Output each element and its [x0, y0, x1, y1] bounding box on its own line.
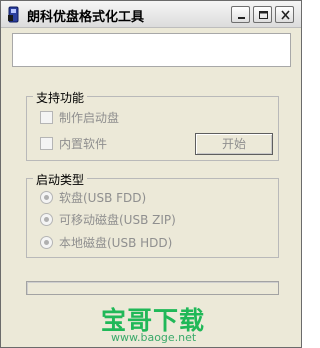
status-display [12, 33, 291, 67]
watermark-url: www.baoge.net [111, 331, 197, 344]
boot-type-group-title: 启动类型 [33, 171, 88, 188]
builtin-software-checkbox[interactable] [40, 137, 53, 150]
minimize-icon [238, 17, 245, 19]
usb-fdd-radio[interactable] [40, 191, 53, 204]
usb-zip-radio[interactable] [40, 213, 53, 226]
usb-hdd-radio[interactable] [40, 236, 53, 249]
maximize-button[interactable] [253, 6, 272, 23]
usb-hdd-label: 本地磁盘(USB HDD) [59, 236, 173, 250]
close-button[interactable] [275, 6, 294, 23]
maximize-icon [259, 11, 268, 19]
make-bootable-checkbox[interactable] [40, 111, 53, 124]
title-bar[interactable]: 朗科优盘格式化工具 [1, 1, 301, 28]
minimize-button[interactable] [231, 6, 250, 23]
usb-zip-label: 可移动磁盘(USB ZIP) [59, 213, 176, 227]
close-icon [281, 10, 290, 20]
progress-bar [26, 281, 279, 295]
usb-drive-icon [6, 6, 22, 23]
usb-fdd-label: 软盘(USB FDD) [59, 191, 147, 205]
make-bootable-label: 制作启动盘 [59, 111, 120, 125]
builtin-software-label: 内置软件 [59, 137, 108, 151]
window-title: 朗科优盘格式化工具 [27, 10, 145, 25]
functions-group-title: 支持功能 [33, 89, 88, 106]
start-button[interactable]: 开始 [195, 133, 273, 155]
app-window: 朗科优盘格式化工具 支持功能 制作启动盘 内置软件 开始 启动类型 软盘(USB… [0, 0, 302, 348]
